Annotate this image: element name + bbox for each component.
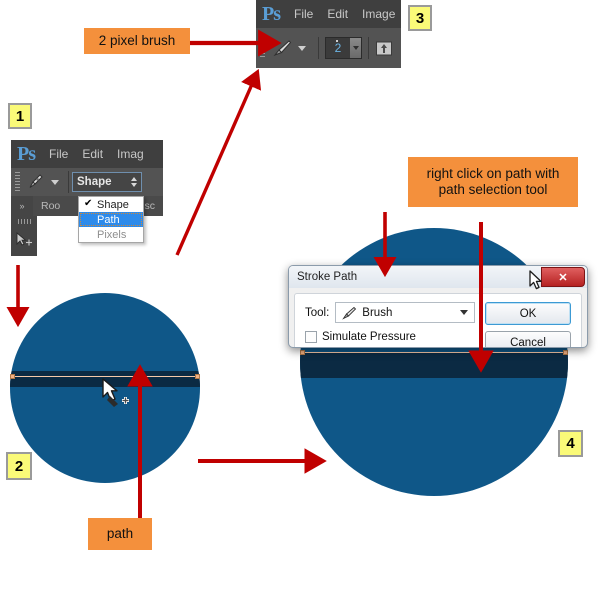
tool-label: Tool: xyxy=(305,306,330,319)
path-anchor-right-end[interactable] xyxy=(563,350,568,355)
dropdown-item-pixels-label: Pixels xyxy=(97,228,127,241)
brush-icon xyxy=(273,40,292,57)
simulate-pressure-checkbox[interactable] xyxy=(305,331,317,343)
toolbar-grip[interactable] xyxy=(17,219,31,224)
step-badge-3-label: 3 xyxy=(415,9,425,27)
dropdown-item-path[interactable]: Path xyxy=(79,212,143,227)
step-badge-2-label: 2 xyxy=(14,457,24,475)
photoshop-brush-panel: Ps File Edit Image 2 xyxy=(256,0,401,68)
dropdown-item-pixels[interactable]: Pixels xyxy=(79,227,143,242)
brush-size-field-wrap: 2 xyxy=(325,37,362,59)
close-icon[interactable]: ✕ xyxy=(541,267,585,287)
callout-brush-label: 2 pixel brush xyxy=(98,33,176,48)
callout-path-label: path xyxy=(106,526,134,541)
callout-brush: 2 pixel brush xyxy=(84,28,190,54)
dropdown-item-shape-label: Shape xyxy=(97,198,129,211)
arrow-circle-to-brush xyxy=(175,68,262,256)
chevron-down-icon-3 xyxy=(460,310,468,315)
mouse-cursor-dialog xyxy=(529,270,542,290)
tool-select[interactable]: Brush xyxy=(335,302,475,323)
step-badge-1-label: 1 xyxy=(15,107,25,125)
menu-item-edit[interactable]: Edit xyxy=(327,7,348,21)
menu-item-file-2[interactable]: File xyxy=(49,147,68,161)
tool-mode-value: Shape xyxy=(77,176,112,188)
simulate-pressure-row[interactable]: Simulate Pressure xyxy=(305,331,475,343)
callout-right-click-line1: right click on path with xyxy=(426,166,560,181)
brush-tool-selector[interactable] xyxy=(270,38,306,58)
simulate-pressure-label: Simulate Pressure xyxy=(322,331,416,343)
menu-item-image[interactable]: Image xyxy=(362,7,395,21)
divider-2 xyxy=(368,37,369,59)
pen-options-bar: Shape xyxy=(11,168,163,196)
airbrush-icon[interactable] xyxy=(375,39,393,57)
pen-tool-selector[interactable] xyxy=(25,173,59,191)
brush-size-value: 2 xyxy=(334,41,342,55)
divider-3 xyxy=(68,171,69,193)
step-badge-3: 3 xyxy=(408,5,432,31)
divider xyxy=(318,37,319,59)
dropdown-item-path-label: Path xyxy=(97,213,120,226)
document-tab-tail-label: sc xyxy=(144,200,156,212)
menu-item-file[interactable]: File xyxy=(294,7,313,21)
expand-panels-icon[interactable]: » xyxy=(11,196,33,216)
tool-row: Tool: Brush xyxy=(305,302,475,323)
options-bar-grip-2[interactable] xyxy=(15,172,20,192)
photoshop-logo-icon-2: Ps xyxy=(17,142,36,165)
dialog-buttons: OK Cancel xyxy=(485,302,571,347)
path-anchor-left-start[interactable] xyxy=(10,374,15,379)
document-tab-label: Roo xyxy=(41,200,61,212)
dialog-left-column: Tool: Brush Simulate Pressure xyxy=(305,302,475,347)
screenshot-root: Ps File Edit Image 2 Ps File Edit Imag S… xyxy=(0,0,600,600)
step-badge-4-label: 4 xyxy=(566,435,575,452)
dialog-title: Stroke Path xyxy=(297,271,358,283)
menu-item-image-2[interactable]: Imag xyxy=(117,147,144,161)
path-line-right xyxy=(302,352,566,353)
brush-size-dot-icon xyxy=(336,40,338,42)
tool-mode-dropdown[interactable]: ✔ Shape Path Pixels xyxy=(78,196,144,243)
step-badge-1: 1 xyxy=(8,103,32,129)
brush-size-stepper[interactable]: 2 xyxy=(325,37,362,59)
pen-tool-icon xyxy=(29,174,43,188)
options-bar-grip[interactable] xyxy=(260,38,265,58)
dropdown-item-shape[interactable]: ✔ Shape xyxy=(79,197,143,212)
pen-panel-menubar: Ps File Edit Imag xyxy=(11,140,163,168)
callout-right-click: right click on path with path selection … xyxy=(408,157,578,207)
brush-options-bar: 2 xyxy=(256,28,401,68)
path-anchor-left-end[interactable] xyxy=(195,374,200,379)
photoshop-logo-icon: Ps xyxy=(262,2,281,25)
path-selection-tool-icon[interactable] xyxy=(14,231,34,249)
dialog-body: Tool: Brush Simulate Pressure OK Cancel xyxy=(294,293,582,347)
callout-path: path xyxy=(88,518,152,550)
step-badge-4: 4 xyxy=(558,430,583,457)
document-tab[interactable]: Roo xyxy=(33,196,69,216)
brush-panel-menubar: Ps File Edit Image xyxy=(256,0,401,28)
pen-tool-cursor xyxy=(102,378,129,407)
chevron-down-icon xyxy=(298,45,306,51)
brush-size-spinner[interactable] xyxy=(350,38,361,58)
callout-right-click-line2: path selection tool xyxy=(438,182,548,197)
toolbar-column xyxy=(11,216,37,256)
step-badge-2: 2 xyxy=(6,452,32,480)
stroked-band-right xyxy=(300,352,568,378)
menu-item-edit-2[interactable]: Edit xyxy=(82,147,103,161)
brush-icon-2 xyxy=(342,306,357,320)
checkmark-icon: ✔ xyxy=(84,198,93,209)
combo-spinner-icon xyxy=(131,177,137,187)
tool-select-value: Brush xyxy=(362,306,393,319)
tool-mode-combo[interactable]: Shape xyxy=(72,172,142,192)
chevron-down-icon-2 xyxy=(51,179,59,185)
path-anchor-right-start[interactable] xyxy=(300,350,305,355)
ok-button[interactable]: OK xyxy=(485,302,571,325)
cancel-button[interactable]: Cancel xyxy=(485,331,571,347)
